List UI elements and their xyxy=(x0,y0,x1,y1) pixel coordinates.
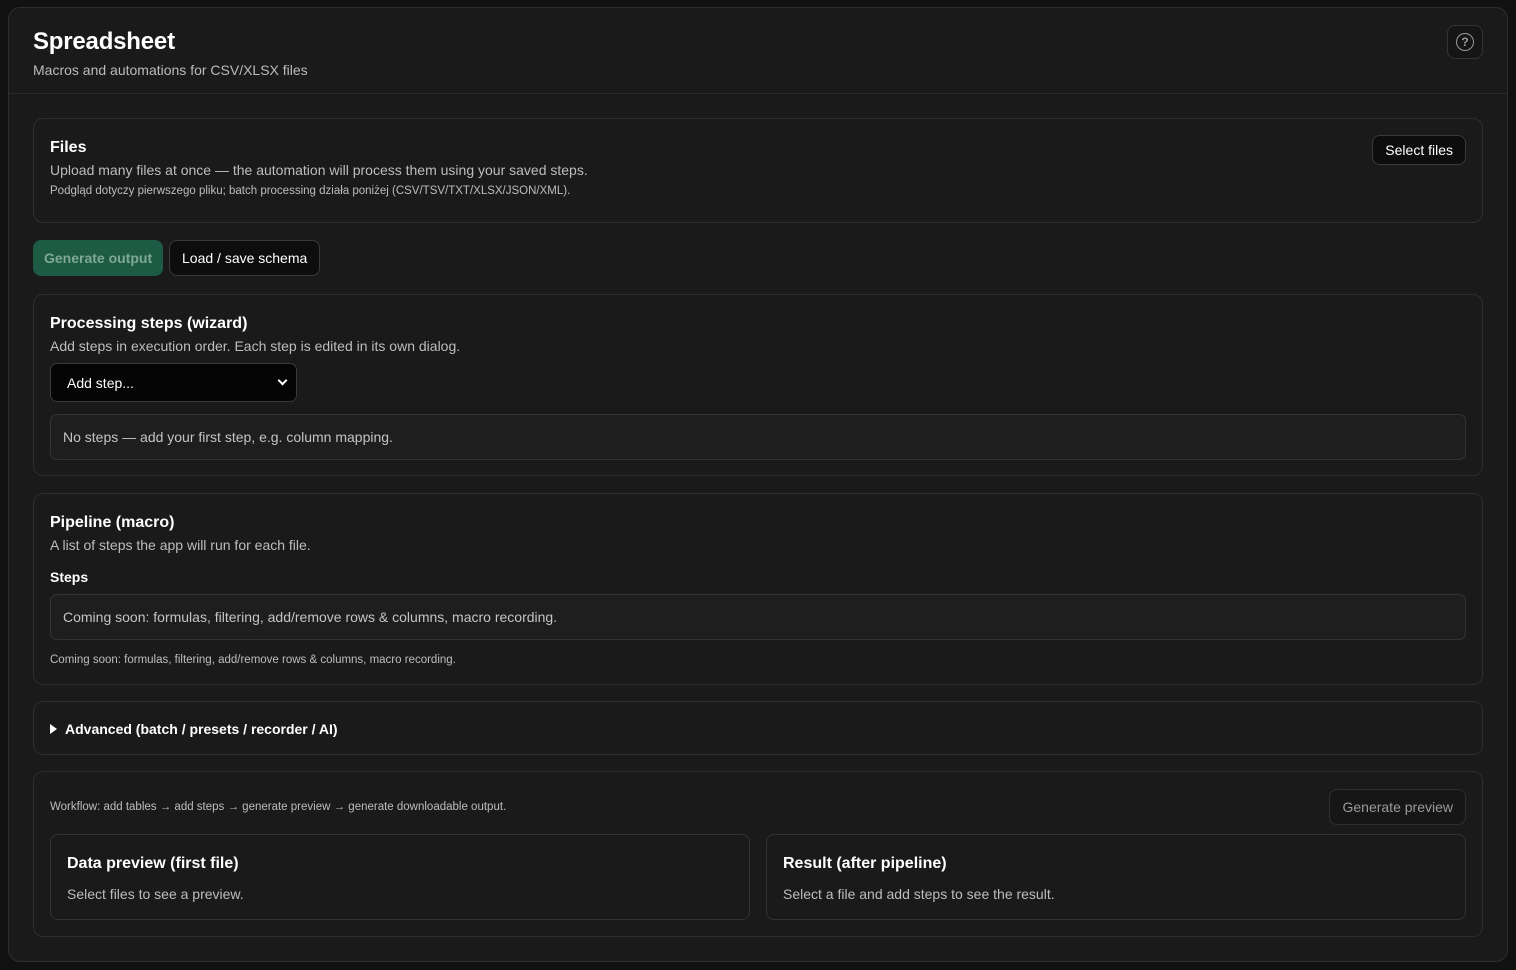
help-icon: ? xyxy=(1456,33,1474,51)
app-subtitle: Macros and automations for CSV/XLSX file… xyxy=(33,62,308,78)
advanced-label: Advanced (batch / presets / recorder / A… xyxy=(65,721,338,737)
files-note: Podgląd dotyczy pierwszego pliku; batch … xyxy=(50,185,571,197)
add-step-select[interactable]: Add step... xyxy=(50,363,297,402)
pipeline-steps-box: Coming soon: formulas, filtering, add/re… xyxy=(50,594,1466,640)
data-preview-panel: Data preview (first file) Select files t… xyxy=(50,834,750,920)
pipeline-note: Coming soon: formulas, filtering, add/re… xyxy=(50,654,456,666)
result-panel: Result (after pipeline) Select a file an… xyxy=(766,834,1466,920)
wizard-card: Processing steps (wizard) Add steps in e… xyxy=(33,294,1483,476)
app-title: Spreadsheet xyxy=(33,28,175,55)
help-button[interactable]: ? xyxy=(1447,25,1483,59)
workflow-text: Workflow: add tables → add steps → gener… xyxy=(50,801,507,813)
files-card: Files Upload many files at once — the au… xyxy=(33,118,1483,223)
select-files-button[interactable]: Select files xyxy=(1372,135,1466,165)
pipeline-card: Pipeline (macro) A list of steps the app… xyxy=(33,493,1483,685)
data-preview-message: Select files to see a preview. xyxy=(67,886,244,902)
app-window: Spreadsheet Macros and automations for C… xyxy=(8,7,1508,962)
chevron-down-icon xyxy=(277,375,288,386)
pipeline-description: A list of steps the app will run for eac… xyxy=(50,537,311,553)
generate-output-button[interactable]: Generate output xyxy=(33,240,164,276)
load-save-schema-button[interactable]: Load / save schema xyxy=(169,240,321,276)
add-step-select-value: Add step... xyxy=(67,374,134,391)
files-description: Upload many files at once — the automati… xyxy=(50,162,588,178)
steps-label: Steps xyxy=(50,569,89,585)
pipeline-title: Pipeline (macro) xyxy=(50,514,175,531)
advanced-summary[interactable]: Advanced (batch / presets / recorder / A… xyxy=(50,721,338,737)
wizard-description: Add steps in execution order. Each step … xyxy=(50,338,461,354)
wizard-title: Processing steps (wizard) xyxy=(50,315,248,332)
result-message: Select a file and add steps to see the r… xyxy=(783,886,1055,902)
advanced-section[interactable]: Advanced (batch / presets / recorder / A… xyxy=(33,701,1483,755)
data-preview-title: Data preview (first file) xyxy=(67,855,239,872)
disclosure-triangle-icon xyxy=(50,724,57,734)
result-title: Result (after pipeline) xyxy=(783,855,947,872)
files-title: Files xyxy=(50,139,87,156)
app-header: Spreadsheet Macros and automations for C… xyxy=(9,8,1507,94)
steps-empty-state: No steps — add your first step, e.g. col… xyxy=(50,414,1466,460)
generate-preview-button[interactable]: Generate preview xyxy=(1329,789,1466,825)
workflow-card: Workflow: add tables → add steps → gener… xyxy=(33,771,1483,937)
